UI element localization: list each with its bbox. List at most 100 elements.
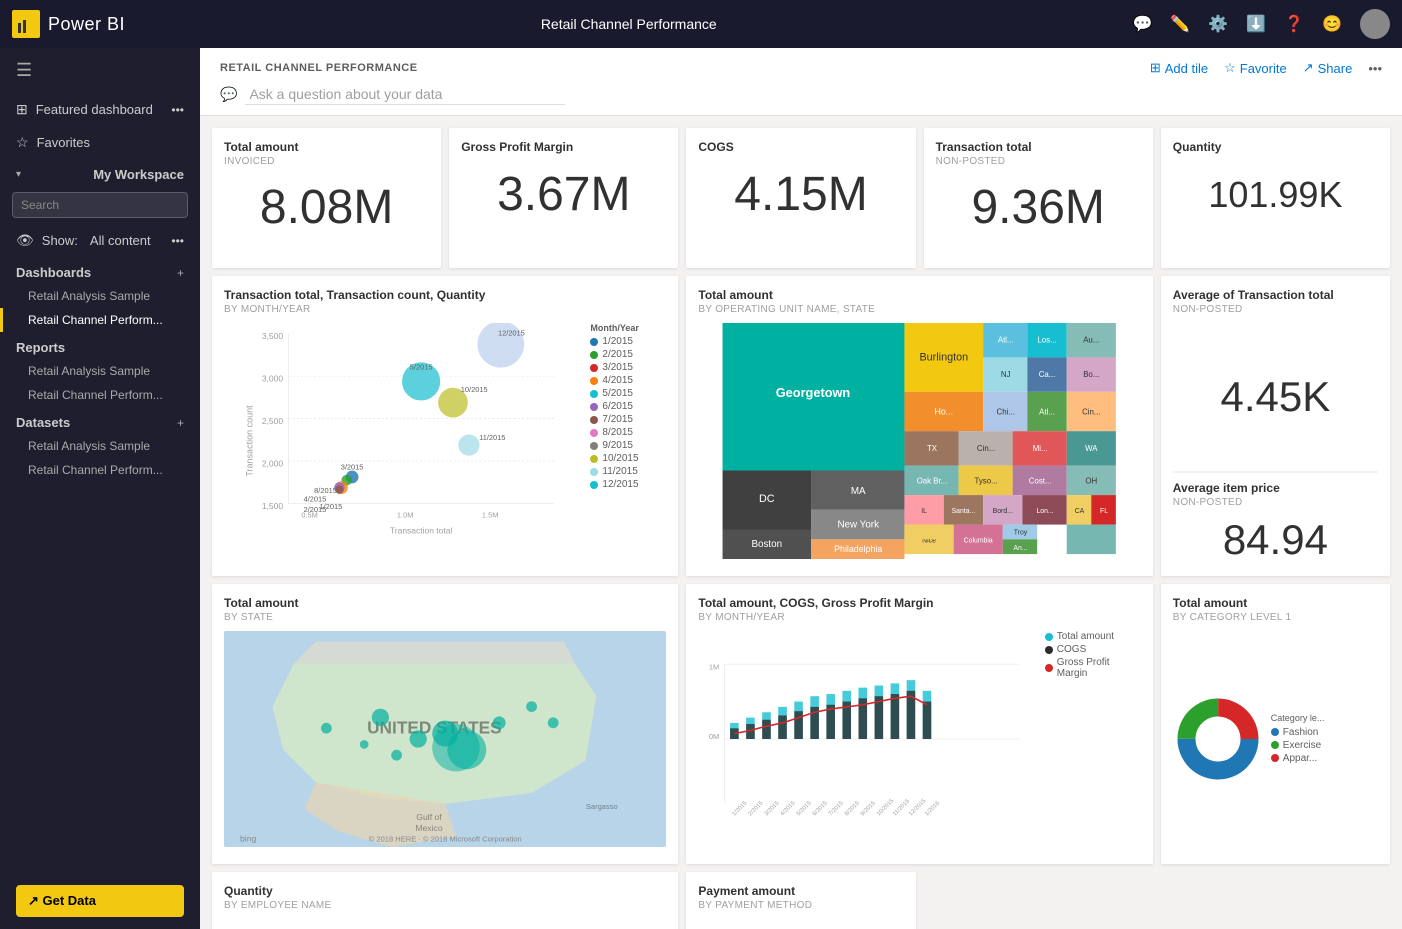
legend-item-1: 1/2015 [590,336,666,347]
edit-icon[interactable]: ✏️ [1170,14,1190,34]
donut-container: Category le... Fashion Exercise Appar... [1173,631,1378,847]
download-icon[interactable]: ⬇️ [1246,14,1266,34]
svg-text:Mexico: Mexico [415,823,443,833]
dashboard-grid: Total amount INVOICED 8.08M Gross Profit… [200,116,1402,929]
donut-subtitle: BY CATEGORY LEVEL 1 [1173,612,1378,623]
svg-text:FL: FL [1100,508,1108,515]
legend-item-7: 7/2015 [590,414,666,425]
sidebar-item-featured[interactable]: ⊞ Featured dashboard ••• [0,93,200,126]
svg-text:New York: New York [838,520,880,531]
show-more-icon[interactable]: ••• [171,234,184,248]
legend-item-12: 12/2015 [590,479,666,490]
bubble-chart-svg: 1,500 2,000 2,500 3,000 3,500 0.5M 1.0M … [224,323,586,535]
svg-text:Gulf of: Gulf of [416,812,442,822]
tile-payment-amount: Payment amount BY PAYMENT METHOD [686,872,915,929]
app-title: Power BI [48,14,125,35]
svg-text:3,500: 3,500 [262,331,284,341]
datasets-add-icon[interactable]: + [177,416,184,430]
favorite-button[interactable]: ☆ Favorite [1224,60,1287,76]
help-icon[interactable]: ❓ [1284,14,1304,34]
svg-text:Atl...: Atl... [998,336,1014,345]
sidebar-my-workspace-section[interactable]: ▾ My Workspace [0,159,200,186]
add-tile-icon: ⊞ [1150,60,1161,76]
legend: Month/Year 1/2015 2/2015 3/2015 4/2015 5… [590,323,666,490]
line-chart-title: Total amount, COGS, Gross Profit Margin [698,596,1140,610]
svg-text:Bord...: Bord... [993,508,1013,515]
svg-text:1M: 1M [709,662,719,671]
svg-text:Boston: Boston [752,539,783,550]
featured-more-icon[interactable]: ••• [171,103,184,117]
sidebar-item-retail-channel[interactable]: Retail Channel Perform... [0,308,200,332]
svg-text:1/2015: 1/2015 [732,800,749,817]
line-chart-svg: 1M 0M [698,631,1040,847]
sidebar-item-retail-analysis[interactable]: Retail Analysis Sample [0,284,200,308]
search-input[interactable] [12,192,188,218]
tile-quantity-employee: Quantity BY EMPLOYEE NAME 10K 5K 0K [212,872,678,929]
svg-text:12/2015: 12/2015 [498,329,525,338]
qa-input[interactable] [245,84,565,105]
avg-item-price-title: Average item price [1173,481,1378,495]
bubble-y-axis-label: Transaction count [245,405,255,476]
tile-quantity-title: Quantity [1173,140,1378,154]
qa-bubble-icon: 💬 [220,86,237,103]
sidebar-item-dataset-retail-channel[interactable]: Retail Channel Perform... [0,458,200,482]
tile-transaction-total-value: 9.36M [936,175,1141,241]
star-icon: ⊞ [16,101,28,118]
sidebar-item-report-retail-analysis[interactable]: Retail Analysis Sample [0,359,200,383]
svg-text:1/2015: 1/2015 [320,502,343,511]
sidebar-item-dataset-retail-analysis[interactable]: Retail Analysis Sample [0,434,200,458]
svg-text:Columbia: Columbia [964,537,993,544]
header-actions: ⊞ Add tile ☆ Favorite ↗ Share ••• [1150,60,1382,76]
legend-cogs: COGS [1045,644,1141,655]
get-data-button[interactable]: ↗ Get Data [16,885,184,917]
svg-text:5/2015: 5/2015 [796,800,813,817]
add-tile-label: Add tile [1165,61,1208,76]
header-more-icon[interactable]: ••• [1368,61,1382,76]
sidebar-item-report-retail-channel[interactable]: Retail Channel Perform... [0,383,200,407]
svg-text:2/2015: 2/2015 [748,800,765,817]
tile-line-chart: Total amount, COGS, Gross Profit Margin … [686,584,1152,864]
payment-subtitle: BY PAYMENT METHOD [698,900,903,911]
tile-cogs: COGS 4.15M [686,128,915,268]
sidebar-item-show-content[interactable]: 👁 Show: All content ••• [0,224,200,257]
svg-text:Cost...: Cost... [1029,476,1052,485]
my-workspace-label: My Workspace [93,167,184,182]
svg-text:Cin...: Cin... [1083,407,1101,416]
svg-text:3,000: 3,000 [262,373,284,383]
dashboards-add-icon[interactable]: + [177,266,184,280]
sidebar-item-favorites[interactable]: ☆ Favorites [0,126,200,159]
settings-icon[interactable]: ⚙️ [1208,14,1228,34]
legend-item-5: 5/2015 [590,388,666,399]
legend-apparel: Appar... [1271,753,1325,764]
tile-quantity: Quantity 101.99K [1161,128,1390,268]
svg-text:Sargasso: Sargasso [586,802,618,811]
smiley-icon[interactable]: 😊 [1322,14,1342,34]
comment-icon[interactable]: 💬 [1132,14,1152,34]
content-header: RETAIL CHANNEL PERFORMANCE ⊞ Add tile ☆ … [200,48,1402,116]
qty-chart-svg: 10K 5K 0K Aaron Ahmed Alex D. Andre [224,919,666,929]
svg-text:NJ: NJ [1001,370,1011,379]
share-label: Share [1318,61,1353,76]
add-tile-button[interactable]: ⊞ Add tile [1150,60,1208,76]
tile-total-amount: Total amount INVOICED 8.08M [212,128,441,268]
sidebar-toggle-button[interactable]: ☰ [0,48,200,93]
svg-text:Los...: Los... [1038,336,1057,345]
treemap-svg: Georgetown DC Boston MA New York [698,323,1140,559]
share-button[interactable]: ↗ Share [1303,60,1353,76]
tile-bubble-chart: Transaction total, Transaction count, Qu… [212,276,678,576]
svg-text:6/2015: 6/2015 [812,800,829,817]
topbar: Power BI Retail Channel Performance 💬 ✏️… [0,0,1402,48]
svg-text:7/2015: 7/2015 [828,800,845,817]
favorite-label: Favorite [1240,61,1287,76]
svg-text:5/2015: 5/2015 [410,363,433,372]
topbar-icons: 💬 ✏️ ⚙️ ⬇️ ❓ 😊 [1132,9,1390,39]
bubble-chart-title: Transaction total, Transaction count, Qu… [224,288,666,302]
svg-text:© 2018 HERE · © 2018 Microsoft: © 2018 HERE · © 2018 Microsoft Corporati… [369,835,522,844]
legend-title: Month/Year [590,323,666,333]
svg-text:CA: CA [1075,508,1085,515]
donut-legend-title: Category le... [1271,713,1325,723]
map-svg: UNITED STATES bing [224,631,666,847]
line-legend: Total amount COGS Gross Profit Margin [1045,631,1141,679]
sidebar-footer: ↗ Get Data [0,873,200,929]
user-avatar[interactable] [1360,9,1390,39]
